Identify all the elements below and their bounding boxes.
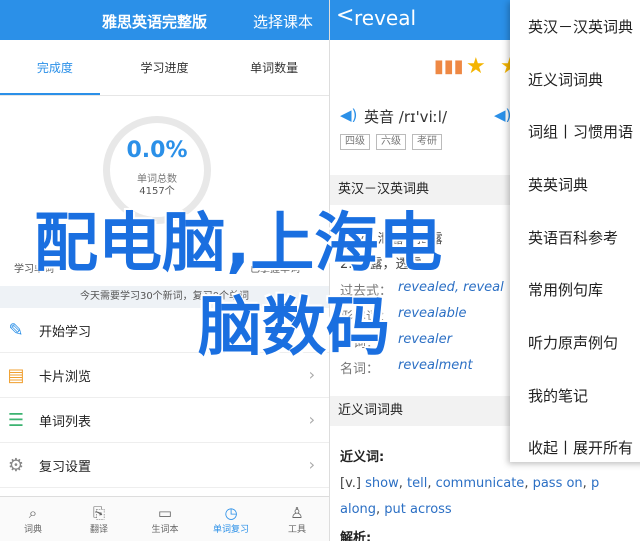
speaker-icon[interactable]: ◀) bbox=[340, 106, 357, 124]
tab-progress[interactable]: 学习进度 bbox=[110, 40, 220, 95]
section-dropdown-menu: 英汉－汉英词典 近义词词典 词组丨习惯用语 英英词典 英语百科参考 常用例句库 … bbox=[510, 0, 640, 462]
gear-icon: ⚙ bbox=[7, 454, 25, 476]
tab-indicator bbox=[0, 93, 100, 95]
menu-label: 单词列表 bbox=[39, 414, 92, 430]
pos-label: [v.] bbox=[340, 476, 361, 491]
nav-dictionary[interactable]: ⌕ 词典 bbox=[0, 497, 66, 541]
bottom-nav: ⌕ 词典 ⎘ 翻译 ▭ 生词本 ◷ 单词复习 ♙ 工具 bbox=[0, 496, 329, 541]
dropdown-item[interactable]: 听力原声例句 bbox=[510, 316, 640, 369]
top-bar: 雅思英语完整版 选择课本 bbox=[0, 0, 329, 40]
nav-translate[interactable]: ⎘ 翻译 bbox=[66, 497, 132, 541]
word-title: reveal bbox=[354, 6, 417, 30]
form-value[interactable]: revealment bbox=[398, 358, 473, 373]
exam-tags: 四级 六级 考研 bbox=[340, 134, 442, 150]
dropdown-item[interactable]: 英英词典 bbox=[510, 158, 640, 211]
form-value[interactable]: revealable bbox=[398, 306, 466, 321]
menu-label: 复习设置 bbox=[39, 459, 92, 475]
tag: 四级 bbox=[340, 134, 370, 150]
dropdown-item[interactable]: 英语百科参考 bbox=[510, 211, 640, 264]
nav-word-review[interactable]: ◷ 单词复习 bbox=[198, 497, 264, 541]
search-icon: ⌕ bbox=[28, 503, 38, 522]
person-icon: ♙ bbox=[290, 503, 304, 522]
nav-notebook[interactable]: ▭ 生词本 bbox=[132, 497, 198, 541]
synonym-title: 近义词: bbox=[340, 450, 385, 465]
chevron-right-icon: › bbox=[308, 455, 315, 474]
nav-label: 生词本 bbox=[151, 524, 179, 535]
list-icon: ☰ bbox=[7, 409, 25, 431]
dropdown-item[interactable]: 我的笔记 bbox=[510, 369, 640, 422]
progress-percent: 0.0% bbox=[126, 138, 188, 163]
bars-icon[interactable]: ▮▮▮ bbox=[434, 56, 464, 77]
dropdown-item[interactable]: 常用例句库 bbox=[510, 263, 640, 316]
menu-review-settings[interactable]: ⚙ 复习设置 › bbox=[0, 443, 329, 488]
translate-icon: ⎘ bbox=[92, 503, 105, 522]
nav-tools[interactable]: ♙ 工具 bbox=[264, 497, 329, 541]
synonym-link[interactable]: p bbox=[591, 476, 599, 491]
synonym-line: [v.] show, tell, communicate, pass on, p bbox=[340, 476, 600, 491]
tab-bar: 完成度 学习进度 单词数量 bbox=[0, 40, 329, 96]
tab-completion[interactable]: 完成度 bbox=[0, 40, 110, 95]
back-icon[interactable]: < bbox=[336, 3, 354, 28]
dropdown-item[interactable]: 词组丨习惯用语 bbox=[510, 105, 640, 158]
dropdown-item[interactable]: 英汉－汉英词典 bbox=[510, 0, 640, 53]
watermark-line-1: 配电脑,上海电 bbox=[34, 207, 443, 281]
phonetic-uk: 英音 /rɪ'viːl/ bbox=[364, 108, 448, 126]
synonym-link[interactable]: show bbox=[365, 476, 399, 491]
nav-label: 工具 bbox=[287, 524, 306, 535]
nav-label: 翻译 bbox=[89, 524, 108, 535]
speaker-icon[interactable]: ◀) bbox=[494, 106, 511, 124]
synonym-link[interactable]: pass on bbox=[533, 476, 583, 491]
synonym-link[interactable]: along bbox=[340, 502, 376, 517]
choose-textbook-button[interactable]: 选择课本 bbox=[253, 11, 313, 32]
menu-word-list[interactable]: ☰ 单词列表 › bbox=[0, 398, 329, 443]
tag: 六级 bbox=[376, 134, 406, 150]
nav-label: 单词复习 bbox=[212, 524, 249, 535]
watermark-line-2: 脑数码 bbox=[198, 291, 390, 365]
tab-word-count[interactable]: 单词数量 bbox=[219, 40, 329, 95]
pencil-icon: ✎ bbox=[8, 319, 24, 341]
chevron-right-icon: › bbox=[308, 410, 315, 429]
menu-label: 开始学习 bbox=[39, 324, 92, 340]
synonym-link[interactable]: put across bbox=[384, 502, 451, 517]
dropdown-item[interactable]: 收起丨展开所有 bbox=[510, 422, 640, 475]
app-title: 雅思英语完整版 bbox=[102, 13, 208, 31]
clock-icon: ◷ bbox=[224, 503, 238, 522]
notebook-icon: ▭ bbox=[157, 503, 173, 522]
analysis-title: 解析: bbox=[340, 531, 372, 541]
tag: 考研 bbox=[412, 134, 442, 150]
nav-label: 词典 bbox=[23, 524, 42, 535]
dropdown-item[interactable]: 近义词词典 bbox=[510, 53, 640, 106]
cards-icon: ▤ bbox=[7, 364, 25, 386]
menu-label: 卡片浏览 bbox=[39, 369, 92, 385]
star-icon[interactable]: ★ bbox=[466, 54, 486, 79]
synonym-link[interactable]: communicate bbox=[436, 476, 525, 491]
synonym-link[interactable]: tell bbox=[407, 476, 427, 491]
synonym-line: along, put across bbox=[340, 502, 452, 517]
form-value[interactable]: revealer bbox=[398, 332, 452, 347]
